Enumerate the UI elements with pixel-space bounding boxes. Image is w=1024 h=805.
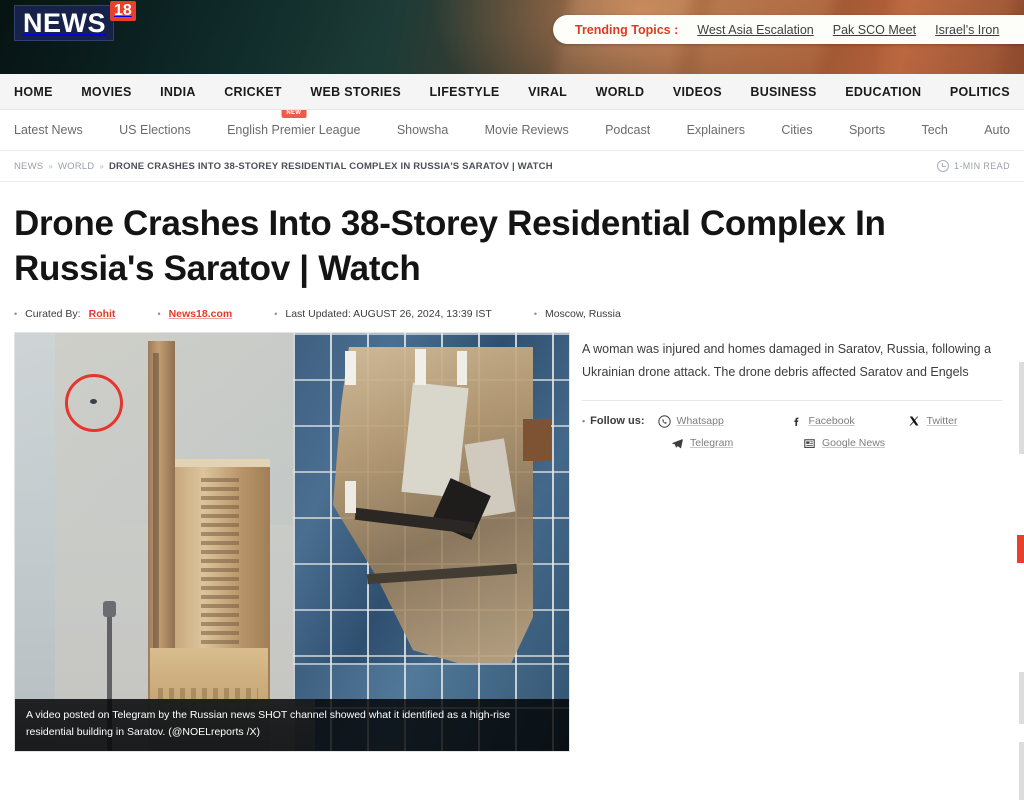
site-header-banner: NEWS 18 Trending Topics : West Asia Esca… bbox=[0, 0, 1024, 74]
photo-pole-head bbox=[103, 600, 116, 617]
nav-item-videos[interactable]: VIDEOS bbox=[673, 85, 722, 99]
follow-us-block: • Follow us: Whatsapp Facebook Twitter T… bbox=[582, 401, 1002, 450]
breadcrumb-link-news[interactable]: NEWS bbox=[14, 161, 43, 172]
photo-window bbox=[457, 350, 467, 385]
social-link-label: Facebook bbox=[808, 415, 855, 428]
bullet-icon: • bbox=[157, 308, 161, 319]
subnav-item-cities[interactable]: Cities bbox=[781, 123, 812, 137]
image-caption: A video posted on Telegram by the Russia… bbox=[15, 698, 569, 751]
article-content: A video posted on Telegram by the Russia… bbox=[0, 331, 1024, 752]
nav-item-politics[interactable]: POLITICS bbox=[950, 85, 1010, 99]
nav-item-home[interactable]: HOME bbox=[14, 85, 53, 99]
article-summary: A woman was injured and homes damaged in… bbox=[582, 338, 1002, 401]
google-news-icon bbox=[803, 437, 816, 450]
last-updated: Last Updated: AUGUST 26, 2024, 13:39 IST bbox=[285, 307, 492, 320]
article-sidebar: A woman was injured and homes damaged in… bbox=[582, 332, 1002, 459]
follow-row: Telegram Google News bbox=[671, 437, 1002, 450]
page-edge-fragment bbox=[1019, 742, 1024, 800]
trending-topic-item[interactable]: Israel's Iron bbox=[935, 23, 999, 37]
subnav-item-sports[interactable]: Sports bbox=[849, 123, 885, 137]
social-link-label: Google News bbox=[822, 437, 886, 450]
page-edge-accent bbox=[1017, 535, 1024, 563]
social-link-twitter[interactable]: Twitter bbox=[908, 415, 958, 428]
site-logo[interactable]: NEWS 18 bbox=[14, 1, 136, 41]
bullet-icon: • bbox=[582, 416, 586, 427]
subnav-item-us-elections[interactable]: US Elections bbox=[119, 123, 191, 137]
new-badge: NEW bbox=[281, 110, 307, 118]
nav-item-web-stories[interactable]: WEB STORIES bbox=[310, 85, 401, 99]
telegram-icon bbox=[671, 437, 684, 450]
nav-item-business[interactable]: BUSINESS bbox=[750, 85, 816, 99]
trending-topic-item[interactable]: Pak SCO Meet bbox=[833, 23, 916, 37]
social-link-label: Telegram bbox=[690, 437, 734, 450]
article-byline: • Curated By: Rohit • News18.com • Last … bbox=[0, 292, 1024, 332]
follow-us-label: • Follow us: bbox=[582, 415, 645, 427]
social-link-label: Twitter bbox=[926, 415, 958, 428]
photo-window bbox=[345, 480, 356, 513]
subnav-item-showsha[interactable]: Showsha bbox=[397, 123, 448, 137]
trending-topics-label: Trending Topics : bbox=[575, 22, 679, 37]
photo-window bbox=[523, 418, 551, 461]
photo-mid-tower-cap bbox=[175, 458, 270, 467]
social-link-telegram[interactable]: Telegram bbox=[671, 437, 803, 450]
nav-item-world[interactable]: WORLD bbox=[596, 85, 645, 99]
clock-icon bbox=[936, 160, 949, 172]
drone-object bbox=[90, 398, 97, 404]
nav-item-education[interactable]: EDUCATION bbox=[845, 85, 921, 99]
breadcrumb-separator: » bbox=[99, 161, 104, 171]
page-title: Drone Crashes Into 38-Storey Residential… bbox=[14, 204, 886, 288]
twitter-x-icon bbox=[908, 415, 921, 428]
photo-window bbox=[345, 350, 356, 385]
subnav-item-auto[interactable]: Auto bbox=[984, 123, 1010, 137]
trending-topic-item[interactable]: West Asia Escalation bbox=[697, 23, 814, 37]
curated-by-label: Curated By: bbox=[25, 307, 81, 320]
breadcrumb-current: DRONE CRASHES INTO 38-STOREY RESIDENTIAL… bbox=[109, 160, 553, 172]
page-edge-fragment bbox=[1019, 672, 1024, 724]
whatsapp-icon bbox=[657, 415, 671, 428]
photo-window bbox=[415, 348, 426, 385]
subnav-item-explainers[interactable]: Explainers bbox=[687, 123, 745, 137]
nav-item-viral[interactable]: VIRAL bbox=[528, 85, 567, 99]
nav-item-movies[interactable]: MOVIES bbox=[81, 85, 131, 99]
breadcrumb: NEWS » WORLD » DRONE CRASHES INTO 38-STO… bbox=[14, 161, 553, 172]
bullet-icon: • bbox=[274, 308, 278, 319]
photo-glass-tower-highlight bbox=[15, 332, 55, 751]
page-edge-fragment bbox=[1019, 362, 1024, 454]
follow-row: • Follow us: Whatsapp Facebook Twitter bbox=[582, 415, 1002, 428]
bullet-icon: • bbox=[533, 308, 537, 319]
subnav-item-english-premier-league[interactable]: NEW English Premier League bbox=[227, 110, 361, 137]
follow-us-text: Follow us: bbox=[590, 415, 645, 428]
subnav-item-podcast[interactable]: Podcast bbox=[605, 123, 650, 137]
subnav-item-label: English Premier League bbox=[227, 123, 361, 137]
site-logo-badge: 18 bbox=[110, 1, 136, 21]
subnav-item-tech[interactable]: Tech bbox=[921, 123, 947, 137]
bullet-icon: • bbox=[14, 308, 18, 319]
nav-item-cricket[interactable]: CRICKET bbox=[224, 85, 282, 99]
social-link-label: Whatsapp bbox=[676, 415, 724, 428]
breadcrumb-row: NEWS » WORLD » DRONE CRASHES INTO 38-STO… bbox=[0, 151, 1024, 182]
primary-navigation: HOME MOVIES INDIA CRICKET WEB STORIES LI… bbox=[0, 74, 1024, 110]
author-link[interactable]: Rohit bbox=[89, 308, 116, 320]
nav-item-india[interactable]: INDIA bbox=[160, 85, 196, 99]
read-time: 1-MIN READ bbox=[936, 160, 1010, 172]
site-logo-text: NEWS bbox=[14, 5, 114, 41]
nav-item-lifestyle[interactable]: LIFESTYLE bbox=[429, 85, 499, 99]
social-link-facebook[interactable]: Facebook bbox=[790, 415, 908, 428]
source-link[interactable]: News18.com bbox=[169, 308, 233, 320]
photo-debris bbox=[401, 381, 469, 498]
trending-topics-bar: Trending Topics : West Asia Escalation P… bbox=[553, 15, 1024, 44]
subnav-item-movie-reviews[interactable]: Movie Reviews bbox=[485, 123, 569, 137]
breadcrumb-link-world[interactable]: WORLD bbox=[58, 161, 94, 172]
breadcrumb-separator: » bbox=[48, 161, 53, 171]
read-time-label: 1-MIN READ bbox=[953, 161, 1010, 171]
secondary-navigation: Latest News US Elections NEW English Pre… bbox=[0, 110, 1024, 151]
social-link-whatsapp[interactable]: Whatsapp bbox=[657, 415, 790, 428]
article-hero-image[interactable]: A video posted on Telegram by the Russia… bbox=[14, 331, 570, 752]
facebook-icon bbox=[790, 415, 803, 428]
dateline: Moscow, Russia bbox=[544, 307, 621, 320]
subnav-item-latest-news[interactable]: Latest News bbox=[14, 123, 83, 137]
social-link-google-news[interactable]: Google News bbox=[803, 437, 921, 450]
